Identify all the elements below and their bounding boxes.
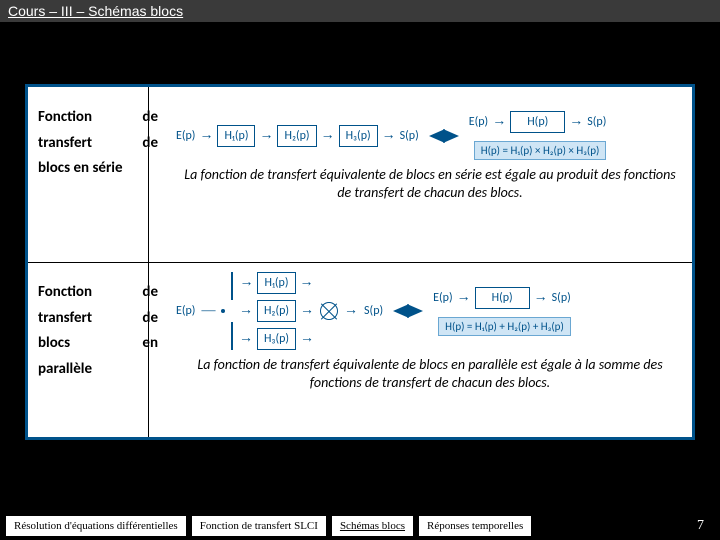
header-bar: Cours – III – Schémas blocs bbox=[0, 0, 720, 22]
formula-serie: H(p) = H₁(p) × H₂(p) × H₃(p) bbox=[474, 141, 607, 160]
input-signal: E(p) bbox=[469, 115, 488, 129]
output-signal: S(p) bbox=[400, 129, 419, 143]
slide-content: Fonctionde transfertde blocs en série E(… bbox=[25, 84, 695, 440]
nav-button-schemas[interactable]: Schémas blocs bbox=[332, 516, 413, 536]
label-serie: Fonctionde transfertde blocs en série bbox=[28, 87, 168, 262]
branch-connector bbox=[231, 272, 233, 350]
equiv-arrow-icon bbox=[393, 304, 423, 318]
caption-serie: La fonction de transfert équivalente de … bbox=[176, 166, 684, 202]
row-serie: Fonctionde transfertde blocs en série E(… bbox=[28, 87, 692, 262]
page-number: 7 bbox=[697, 518, 714, 534]
header-title: Cours – III – Schémas blocs bbox=[8, 3, 183, 19]
output-signal: S(p) bbox=[552, 291, 571, 305]
arrow-icon: → bbox=[199, 129, 213, 143]
arrow-icon: → bbox=[492, 115, 506, 129]
block-h2: H₂(p) bbox=[277, 125, 316, 147]
arrow-icon: → bbox=[382, 129, 396, 143]
arrow-icon: → bbox=[300, 276, 314, 290]
node-icon bbox=[221, 309, 225, 313]
arrow-icon: → bbox=[300, 332, 314, 346]
arrow-icon: → bbox=[300, 304, 314, 318]
arrow-icon: → bbox=[344, 304, 358, 318]
block-h3: H₃(p) bbox=[339, 125, 378, 147]
output-signal: S(p) bbox=[587, 115, 606, 129]
arrow-icon: → bbox=[239, 304, 253, 318]
input-signal: E(p) bbox=[176, 304, 195, 318]
arrow-icon: — bbox=[201, 304, 215, 318]
footer-bar: Résolution d'équations différentielles F… bbox=[0, 512, 720, 540]
block-h: H(p) bbox=[475, 287, 530, 309]
arrow-icon: → bbox=[259, 129, 273, 143]
block-h1: H₁(p) bbox=[217, 125, 255, 147]
block-h2: H₂(p) bbox=[257, 300, 296, 322]
row-parallele: Fonctionde transfertde blocsen parallèle… bbox=[28, 262, 692, 437]
diagram-serie: E(p) → H₁(p) → H₂(p) → H₃(p) → S(p) E(p)… bbox=[168, 87, 692, 262]
arrow-icon: → bbox=[534, 291, 548, 305]
input-signal: E(p) bbox=[176, 129, 195, 143]
block-h3: H₃(p) bbox=[257, 328, 296, 350]
arrow-icon: → bbox=[321, 129, 335, 143]
block-h1: H₁(p) bbox=[257, 272, 295, 294]
nav-button-equations[interactable]: Résolution d'équations différentielles bbox=[6, 516, 186, 536]
arrow-icon: → bbox=[239, 332, 253, 346]
nav-button-reponses[interactable]: Réponses temporelles bbox=[419, 516, 531, 536]
label-parallele: Fonctionde transfertde blocsen parallèle bbox=[28, 262, 168, 437]
nav-button-transfert[interactable]: Fonction de transfert SLCI bbox=[192, 516, 326, 536]
formula-parallele: H(p) = H₁(p) + H₂(p) + H₃(p) bbox=[438, 317, 571, 336]
arrow-icon: → bbox=[569, 115, 583, 129]
arrow-icon: → bbox=[457, 291, 471, 305]
output-signal: S(p) bbox=[364, 304, 383, 318]
caption-parallele: La fonction de transfert équivalente de … bbox=[176, 356, 684, 392]
equiv-arrow-icon bbox=[429, 129, 459, 143]
summer-icon bbox=[320, 302, 338, 320]
diagram-parallele: E(p) — → H₁(p) → → H₂(p) → → H₃(p) → → S(p) bbox=[168, 262, 692, 437]
input-signal: E(p) bbox=[433, 291, 452, 305]
block-h: H(p) bbox=[510, 111, 565, 133]
arrow-icon: → bbox=[239, 276, 253, 290]
